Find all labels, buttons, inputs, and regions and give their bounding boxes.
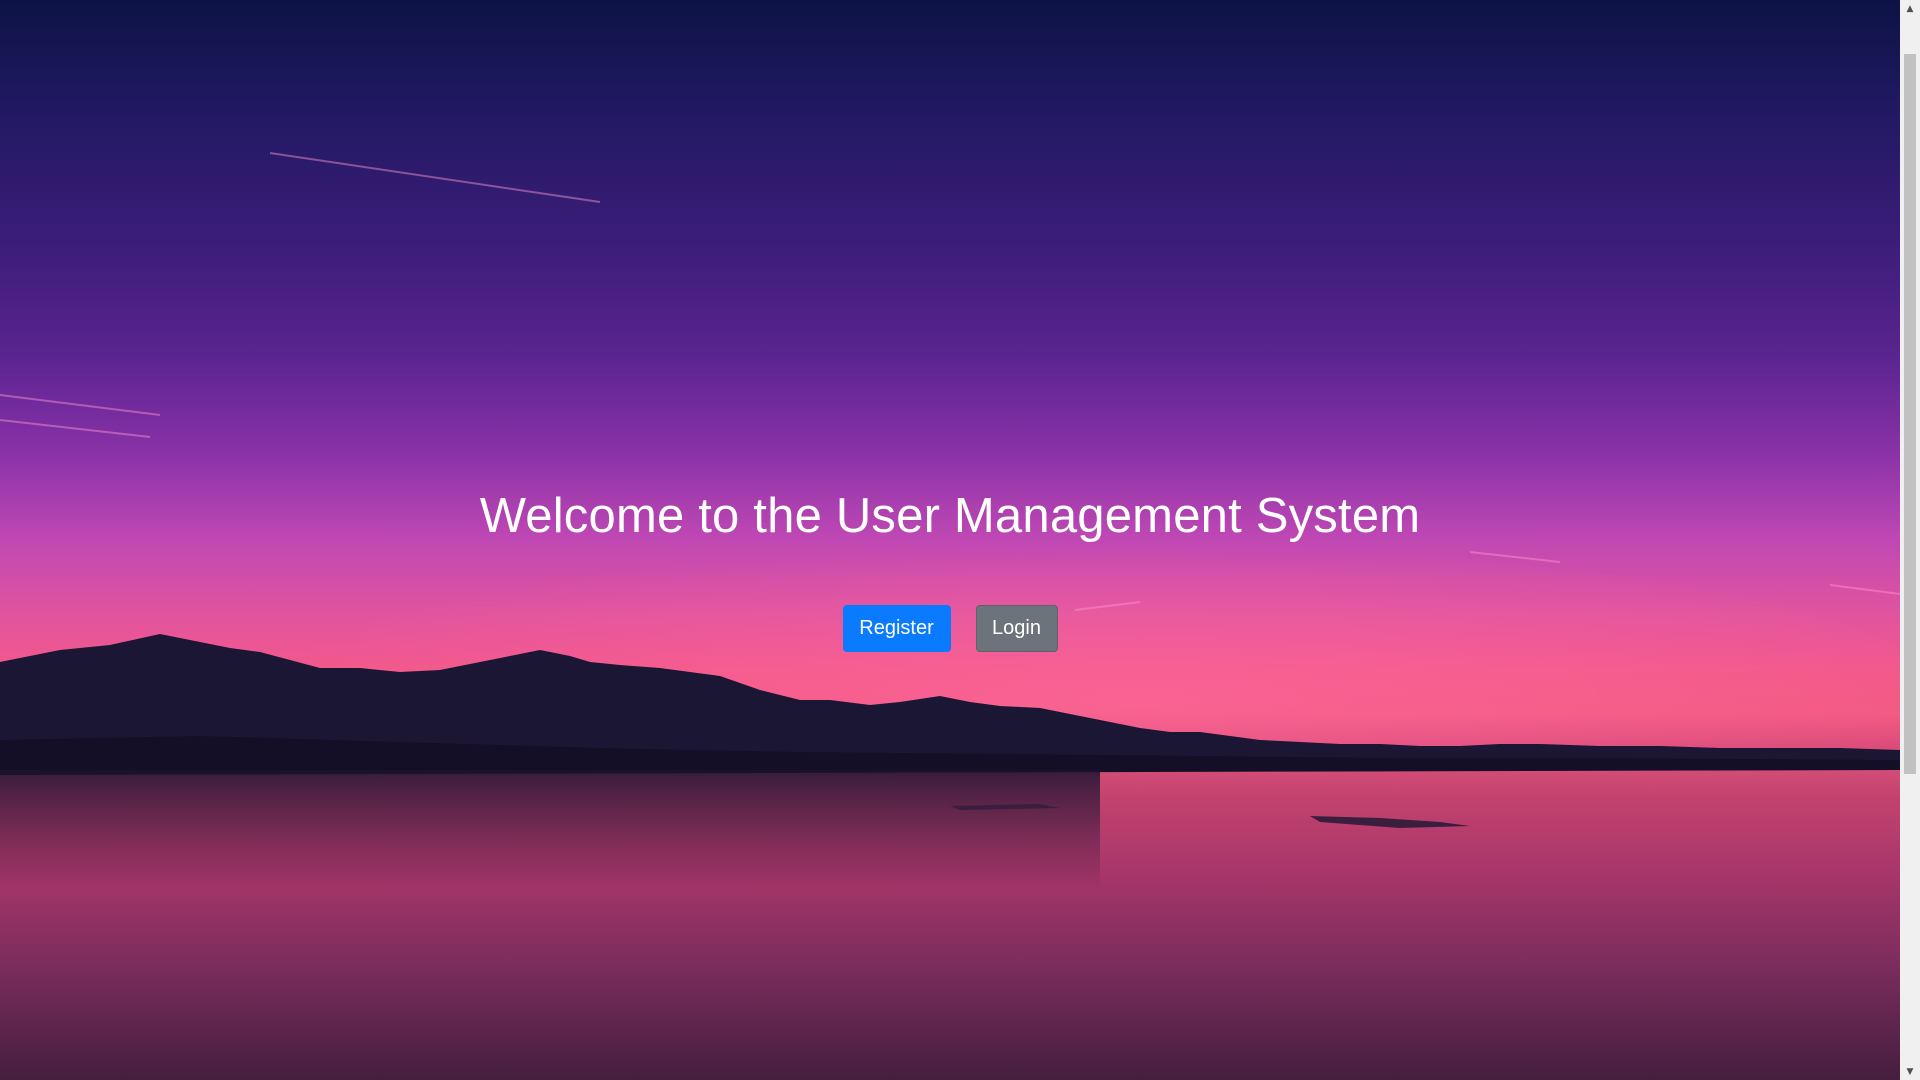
landing-page: Welcome to the User Management System Re… bbox=[0, 0, 1900, 1080]
scrollbar-thumb[interactable] bbox=[1904, 54, 1916, 774]
scroll-down-arrow-icon[interactable]: ▼ bbox=[1900, 1063, 1920, 1080]
login-button[interactable]: Login bbox=[975, 605, 1058, 652]
register-button[interactable]: Register bbox=[842, 605, 951, 652]
scroll-up-arrow-icon[interactable]: ▲ bbox=[1900, 0, 1920, 17]
mountain-reflection bbox=[0, 770, 1100, 890]
hero-section: Welcome to the User Management System Re… bbox=[0, 480, 1900, 652]
vertical-scrollbar[interactable]: ▲ ▼ bbox=[1900, 0, 1920, 1080]
action-buttons: Register Login bbox=[0, 605, 1900, 652]
page-title: Welcome to the User Management System bbox=[479, 489, 1421, 543]
